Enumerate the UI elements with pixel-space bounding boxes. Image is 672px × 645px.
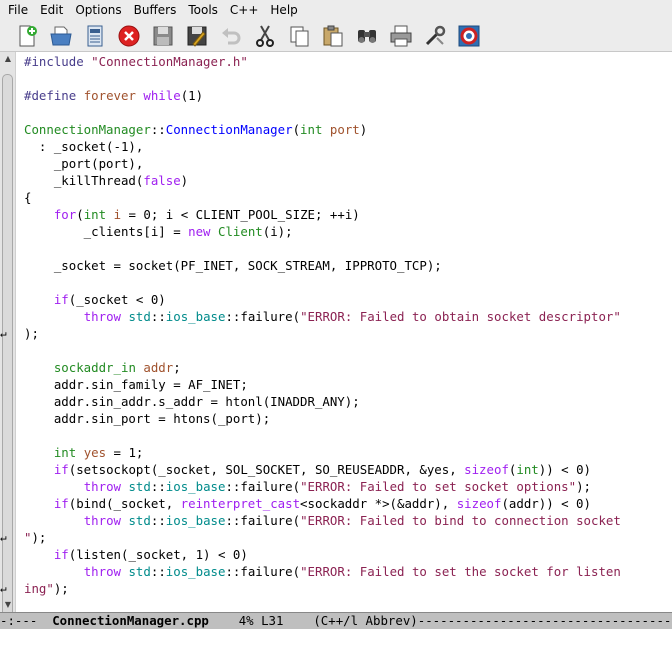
code-line[interactable]: ing"); (24, 580, 69, 597)
save-icon (153, 26, 173, 45)
menu-buffers[interactable]: Buffers (128, 0, 183, 20)
copy-icon (290, 26, 309, 46)
buffer-position: 4% L31 (208, 613, 314, 628)
toolbar (0, 20, 672, 52)
menu-bar: File Edit Options Buffers Tools C++ Help (0, 0, 672, 20)
paste-icon (323, 25, 343, 46)
buffer-name[interactable]: ConnectionManager.cpp (52, 613, 209, 628)
menu-cpp[interactable]: C++ (224, 0, 265, 20)
close-buffer-button[interactable] (112, 21, 146, 51)
open-file-button[interactable] (44, 21, 78, 51)
modeline-status: -:--- (0, 613, 53, 628)
code-editor[interactable]: #include "ConnectionManager.h" #define fo… (16, 52, 672, 612)
code-line[interactable]: addr.sin_port = htons(_port); (24, 410, 270, 427)
save-button[interactable] (146, 21, 180, 51)
new-file-button[interactable] (10, 21, 44, 51)
code-line[interactable]: int yes = 1; (24, 444, 144, 461)
menu-tools[interactable]: Tools (182, 0, 224, 20)
close-buffer-icon (118, 25, 140, 46)
code-line[interactable]: throw std::ios_base::failure("ERROR: Fai… (24, 478, 591, 495)
minibuffer[interactable] (0, 629, 672, 645)
undo-icon (222, 27, 241, 44)
code-line[interactable]: : _socket(-1), (24, 138, 143, 155)
code-line[interactable]: _clients[i] = new Client(i); (24, 223, 293, 240)
code-line[interactable]: ConnectionManager::ConnectionManager(int… (24, 121, 367, 138)
code-line[interactable]: if(listen(_socket, 1) < 0) (24, 546, 248, 563)
preferences-button[interactable] (418, 21, 452, 51)
code-line[interactable]: if(bind(_socket, reinterpret_cast<sockad… (24, 495, 591, 512)
code-line[interactable]: throw std::ios_base::failure("ERROR: Fai… (24, 308, 621, 325)
save-as-icon (187, 26, 207, 47)
line-wrap-right-icon (664, 512, 672, 529)
preferences-icon (425, 25, 446, 45)
code-line[interactable]: for(int i = 0; i < CLIENT_POOL_SIZE; ++i… (24, 206, 360, 223)
copy-button[interactable] (282, 21, 316, 51)
code-line[interactable]: throw std::ios_base::failure("ERROR: Fai… (24, 512, 621, 529)
open-directory-icon (87, 25, 103, 46)
paste-button[interactable] (316, 21, 350, 51)
open-directory-button[interactable] (78, 21, 112, 51)
search-binoculars-icon (358, 29, 376, 43)
code-line[interactable]: "); (24, 529, 46, 546)
code-line[interactable]: ); (24, 325, 39, 342)
print-button[interactable] (384, 21, 418, 51)
code-line[interactable]: { (24, 189, 31, 206)
code-line[interactable]: if(setsockopt(_socket, SOL_SOCKET, SO_RE… (24, 461, 591, 478)
code-line[interactable]: addr.sin_addr.s_addr = htonl(INADDR_ANY)… (24, 393, 360, 410)
code-line[interactable]: if(_socket < 0) (24, 291, 166, 308)
code-line[interactable]: addr.sin_family = AF_INET; (24, 376, 248, 393)
major-mode[interactable]: (C++/l Abbrev) (313, 613, 417, 628)
scroll-down-icon[interactable]: ▼ (3, 601, 13, 609)
mode-line: -:--- ConnectionManager.cpp 4% L31 (C++/… (0, 612, 672, 629)
help-button[interactable] (452, 21, 486, 51)
modeline-fill: ----------------------------------------… (417, 613, 672, 628)
code-line[interactable]: _port(port), (24, 155, 144, 172)
code-line[interactable]: #define forever while(1) (24, 87, 203, 104)
code-line[interactable]: _killThread(false) (24, 172, 188, 189)
help-lifebuoy-icon (458, 25, 480, 46)
search-button[interactable] (350, 21, 384, 51)
cut-icon (256, 25, 274, 47)
menu-edit[interactable]: Edit (34, 0, 69, 20)
line-wrap-left-icon: ↵ (0, 531, 7, 544)
save-as-button[interactable] (180, 21, 214, 51)
print-icon (390, 25, 412, 46)
menu-options[interactable]: Options (69, 0, 127, 20)
code-line[interactable]: #include "ConnectionManager.h" (24, 53, 248, 70)
scroll-up-icon[interactable]: ▲ (3, 55, 13, 63)
code-line[interactable]: throw std::ios_base::failure("ERROR: Fai… (24, 563, 621, 580)
cut-button[interactable] (248, 21, 282, 51)
new-file-icon (19, 25, 37, 46)
menu-help[interactable]: Help (264, 0, 303, 20)
line-wrap-right-icon (664, 308, 672, 325)
scrollbar-thumb[interactable] (2, 74, 13, 634)
undo-button[interactable] (214, 21, 248, 51)
line-wrap-right-icon (664, 563, 672, 580)
code-line[interactable]: _socket = socket(PF_INET, SOCK_STREAM, I… (24, 257, 442, 274)
line-wrap-left-icon: ↵ (0, 327, 7, 340)
open-folder-icon (50, 26, 72, 45)
code-line[interactable]: sockaddr_in addr; (24, 359, 181, 376)
line-wrap-left-icon: ↵ (0, 582, 7, 595)
menu-file[interactable]: File (2, 0, 34, 20)
